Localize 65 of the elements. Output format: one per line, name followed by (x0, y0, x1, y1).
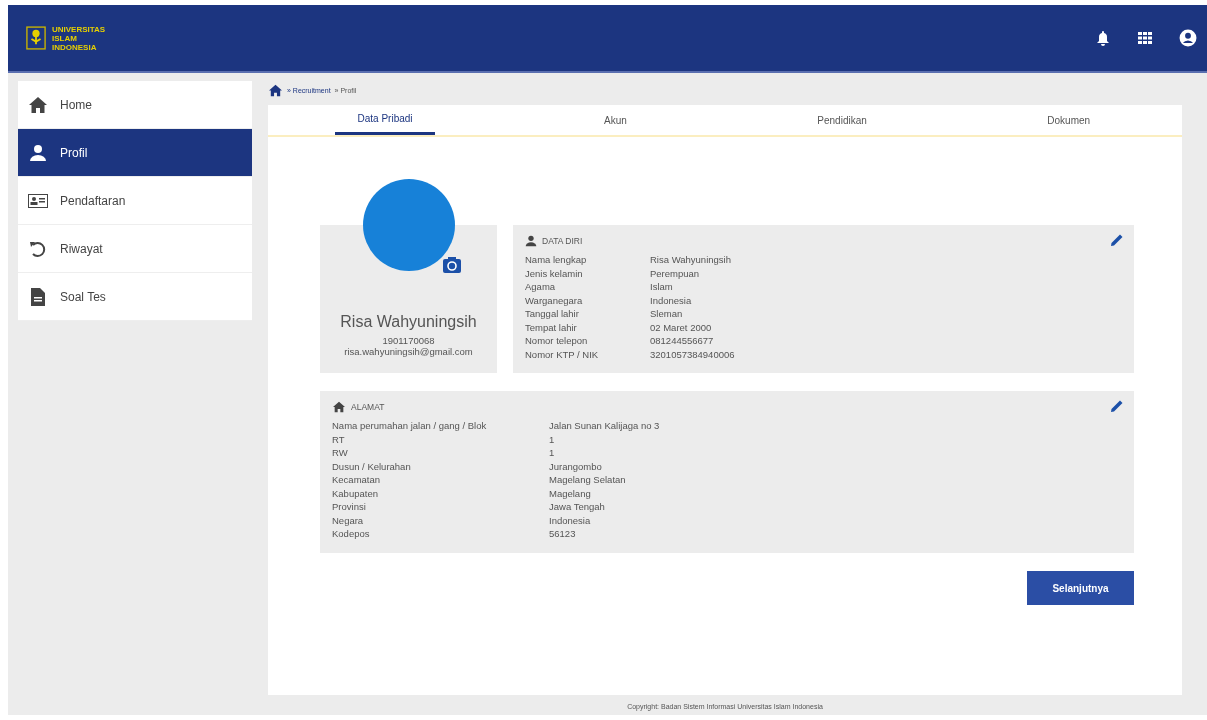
apps-grid-icon[interactable] (1137, 30, 1153, 46)
field-value: Jalan Sunan Kalijaga no 3 (549, 419, 661, 433)
sidebar-item[interactable]: Soal Tes (18, 273, 252, 321)
sidebar-item[interactable]: Riwayat (18, 225, 252, 273)
pencil-icon[interactable] (1110, 233, 1124, 247)
student-id: 1901170068 (382, 335, 435, 346)
house-icon (332, 401, 346, 413)
field-label: Kabupaten (332, 486, 379, 500)
logo-text: UNIVERSITAS (52, 24, 106, 34)
emblem-icon (26, 26, 46, 50)
field-value: Jawa Tengah (549, 500, 606, 514)
tab[interactable]: Data Pribadi (335, 105, 436, 135)
field-value: 081244556677 (650, 334, 715, 348)
field-label: Nomor telepon (525, 334, 589, 348)
undo-arrow-icon (28, 239, 48, 258)
field-value: Risa Wahyuningsih (650, 253, 732, 267)
field-label: Jenis kelamin (525, 266, 584, 280)
section-title: DATA DIRI (542, 236, 583, 246)
field-value: Islam (650, 280, 674, 294)
sidebar-item[interactable]: Profil (18, 129, 252, 177)
field-label: Kecamatan (332, 473, 382, 487)
field-label: RW (332, 446, 349, 460)
field-value: Magelang (549, 486, 592, 500)
user-icon (525, 235, 537, 247)
next-button[interactable]: Selanjutnya (1027, 571, 1134, 605)
house-icon (28, 95, 48, 114)
field-value: Jurangombo (549, 459, 603, 473)
field-label: Nama perumahan jalan / gang / Blok (332, 419, 488, 433)
pencil-icon[interactable] (1110, 399, 1124, 413)
field-label: Negara (332, 513, 365, 527)
field-label: Nama lengkap (525, 253, 588, 267)
field-label: Warganegara (525, 293, 584, 307)
user-icon (28, 143, 48, 162)
field-label: Tanggal lahir (525, 307, 580, 321)
field-value: 1 (549, 432, 556, 446)
profile-name: Risa Wahyuningsih (340, 313, 477, 331)
logo-text: INDONESIA (52, 42, 98, 52)
field-value: Perempuan (650, 266, 701, 280)
field-value: Indonesia (650, 293, 693, 307)
field-value: 02 Maret 2000 (650, 320, 713, 334)
section-title: ALAMAT (351, 402, 385, 412)
tab[interactable]: Dokumen (955, 105, 1182, 135)
id-card-icon (28, 193, 48, 208)
field-value: 56123 (549, 527, 577, 541)
notification-bell-icon[interactable] (1095, 30, 1111, 46)
field-label: Provinsi (332, 500, 367, 514)
field-value: Magelang Selatan (549, 473, 627, 487)
field-label: Agama (525, 280, 557, 294)
field-label: RT (332, 432, 346, 446)
home-icon[interactable] (268, 83, 283, 97)
email-text: risa.wahyuningsih@gmail.com (344, 346, 473, 357)
logo-text: ISLAM (52, 33, 78, 43)
field-value: Sleman (650, 307, 684, 321)
tab[interactable]: Akun (502, 105, 729, 135)
field-value: 3201057384940006 (650, 347, 736, 361)
field-label: Tempat lahir (525, 320, 578, 334)
field-label: Dusun / Kelurahan (332, 459, 412, 473)
document-icon (28, 287, 48, 306)
account-icon[interactable] (1179, 29, 1197, 47)
tab[interactable]: Pendidikan (728, 105, 956, 135)
field-value: 1 (549, 446, 556, 460)
field-label: Nomor KTP / NIK (525, 347, 600, 361)
field-value: Indonesia (549, 513, 592, 527)
sidebar-item[interactable]: Pendaftaran (18, 177, 252, 225)
field-label: Kodepos (332, 527, 371, 541)
